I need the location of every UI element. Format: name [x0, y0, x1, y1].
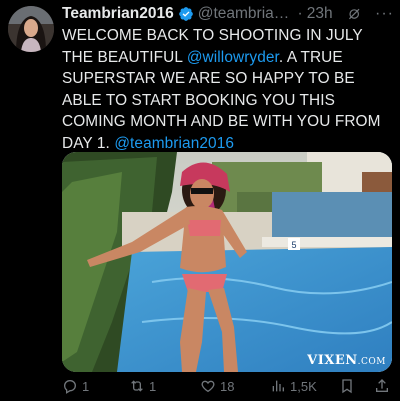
mention-link[interactable]: @teambrian2016 — [114, 135, 234, 152]
like-count: 18 — [220, 378, 235, 394]
tweet-image[interactable]: 5 VIXEN.COM — [62, 152, 392, 372]
views-button[interactable]: 1,5K — [270, 376, 317, 396]
timestamp[interactable]: 23h — [307, 5, 333, 23]
share-icon — [376, 379, 388, 392]
share-button[interactable] — [374, 376, 390, 396]
tweet[interactable]: Teambrian2016 @teambrian2... · 23h ··· W… — [0, 0, 400, 401]
reply-button[interactable]: 1 — [62, 376, 89, 396]
tweet-header: Teambrian2016 @teambrian2... · 23h ··· — [62, 4, 394, 24]
repost-button[interactable]: 1 — [129, 376, 156, 396]
handle[interactable]: @teambrian2... — [198, 5, 294, 23]
watermark: VIXEN.COM — [307, 353, 386, 368]
photo-illustration: 5 — [62, 152, 392, 372]
verified-badge-icon — [178, 7, 193, 21]
avatar[interactable] — [8, 6, 54, 52]
reply-icon — [63, 380, 77, 394]
repost-icon — [131, 380, 143, 392]
mention-link[interactable]: @willowryder — [187, 49, 279, 66]
more-icon[interactable]: ··· — [375, 5, 394, 23]
separator-dot: · — [297, 5, 303, 22]
view-count: 1,5K — [290, 378, 317, 394]
display-name[interactable]: Teambrian2016 — [62, 5, 174, 23]
grok-icon[interactable] — [347, 6, 361, 22]
reply-count: 1 — [82, 378, 90, 394]
pool-marker: 5 — [291, 240, 296, 250]
bookmark-icon — [342, 379, 352, 394]
watermark-suffix: .COM — [357, 357, 386, 367]
repost-count: 1 — [149, 378, 157, 394]
like-button[interactable]: 18 — [200, 376, 234, 396]
views-icon — [272, 380, 284, 392]
avatar-image — [8, 6, 54, 52]
action-bar: 1 1 18 1,5K — [62, 376, 394, 396]
bookmark-button[interactable] — [339, 376, 355, 396]
tweet-text: WELCOME BACK TO SHOOTING IN JULY THE BEA… — [62, 25, 392, 155]
watermark-text: VIXEN — [307, 353, 358, 368]
heart-icon — [201, 380, 215, 393]
